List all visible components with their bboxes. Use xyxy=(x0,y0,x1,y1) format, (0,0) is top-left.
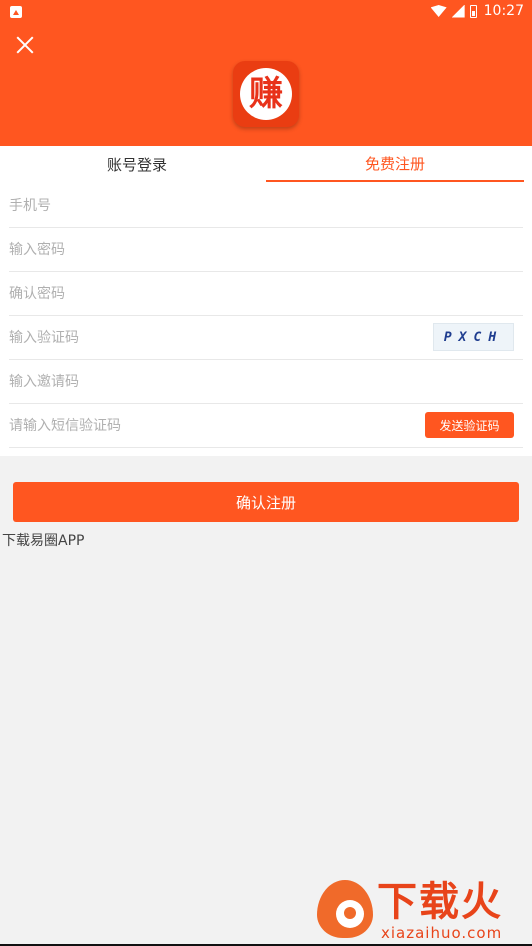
register-form: 账号登录 免费注册 PXCH 发送验证码 xyxy=(0,146,532,456)
download-dot-icon xyxy=(344,907,356,919)
confirm-password-input[interactable] xyxy=(9,272,409,315)
close-icon[interactable] xyxy=(14,34,36,56)
logo-char: 赚 xyxy=(249,74,283,114)
download-app-link[interactable]: 下载易圈APP xyxy=(2,530,84,550)
invite-field-row xyxy=(9,360,523,404)
battery-icon xyxy=(469,4,477,18)
captcha-image[interactable]: PXCH xyxy=(433,323,514,351)
app-logo: 赚 xyxy=(233,61,299,127)
sms-code-input[interactable] xyxy=(9,404,409,447)
password-field-row xyxy=(9,228,523,272)
watermark-brand: 下载火 xyxy=(377,879,503,925)
send-code-button[interactable]: 发送验证码 xyxy=(425,412,514,438)
logo-circle: 赚 xyxy=(240,68,292,120)
sms-field-row: 发送验证码 xyxy=(9,404,523,448)
phone-field-row xyxy=(9,184,523,228)
invite-code-input[interactable] xyxy=(9,360,409,403)
password-input[interactable] xyxy=(9,228,409,271)
tab-register[interactable]: 免费注册 xyxy=(266,146,524,182)
status-icons: 10:27 xyxy=(430,3,524,19)
header: 10:27 赚 xyxy=(0,0,532,146)
confirm-password-field-row xyxy=(9,272,523,316)
tab-login[interactable]: 账号登录 xyxy=(8,146,266,182)
captcha-input[interactable] xyxy=(9,316,409,359)
confirm-register-button[interactable]: 确认注册 xyxy=(13,482,519,522)
notification-app-icon xyxy=(10,6,22,18)
wifi-icon xyxy=(430,5,447,17)
status-time: 10:27 xyxy=(483,3,524,19)
tab-bar: 账号登录 免费注册 xyxy=(0,146,532,182)
signal-icon xyxy=(451,4,465,18)
captcha-field-row: PXCH xyxy=(9,316,523,360)
status-bar: 10:27 xyxy=(0,0,532,24)
phone-input[interactable] xyxy=(9,184,409,227)
watermark-domain: xiazaihuo.com xyxy=(381,924,503,942)
watermark-logo: 下载火 xiazaihuo.com xyxy=(313,876,532,944)
